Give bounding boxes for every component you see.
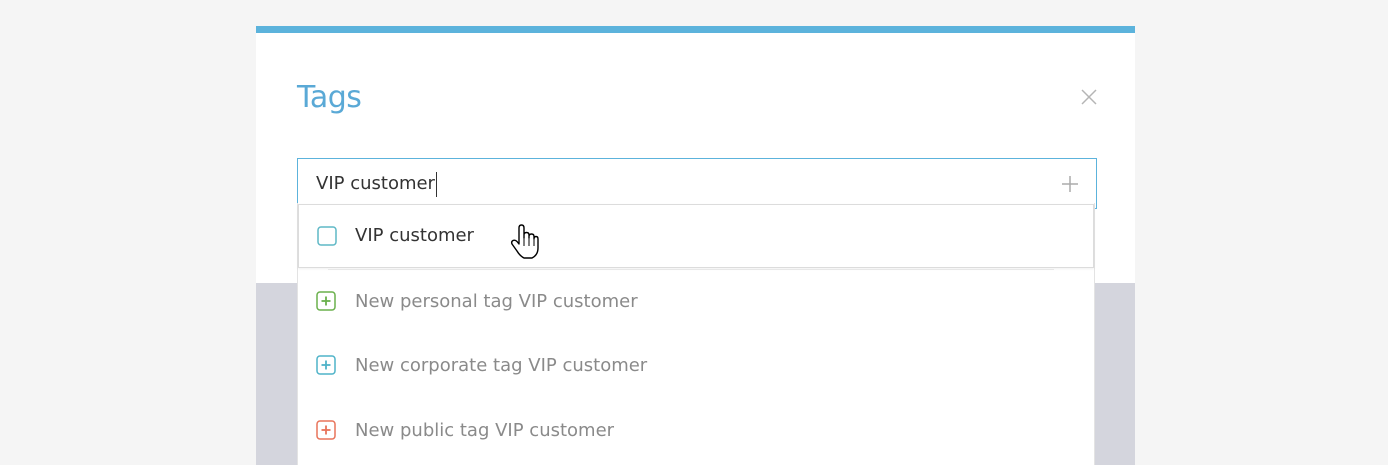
hand-cursor-icon — [510, 224, 539, 259]
suggestion-new-public-tag[interactable]: New public tag VIP customer — [298, 399, 1094, 463]
plus-icon — [1062, 176, 1078, 192]
suggestion-new-personal-tag[interactable]: New personal tag VIP customer — [298, 270, 1094, 334]
add-tag-button[interactable] — [1060, 174, 1080, 194]
tag-search-value: VIP customer — [316, 173, 435, 194]
plus-square-icon — [316, 355, 336, 375]
close-button[interactable] — [1079, 87, 1099, 107]
plus-square-icon — [316, 291, 336, 311]
dialog-title: Tags — [297, 80, 362, 115]
suggestion-label: New personal tag VIP customer — [355, 291, 638, 312]
text-caret — [435, 171, 437, 197]
checkbox-icon[interactable] — [317, 226, 337, 246]
suggestion-label: New corporate tag VIP customer — [355, 355, 648, 376]
tag-suggestions-dropdown: VIP customer New personal tag VIP custom… — [297, 203, 1095, 465]
suggestion-new-corporate-tag[interactable]: New corporate tag VIP customer — [298, 334, 1094, 398]
close-icon — [1081, 89, 1097, 105]
suggestion-existing-tag[interactable]: VIP customer — [298, 204, 1094, 268]
plus-square-icon — [316, 420, 336, 440]
suggestion-label: New public tag VIP customer — [355, 420, 615, 441]
tag-search-field[interactable]: VIP customer — [297, 158, 1097, 209]
tag-search-input[interactable]: VIP customer — [316, 159, 437, 208]
suggestion-label: VIP customer — [355, 225, 474, 246]
